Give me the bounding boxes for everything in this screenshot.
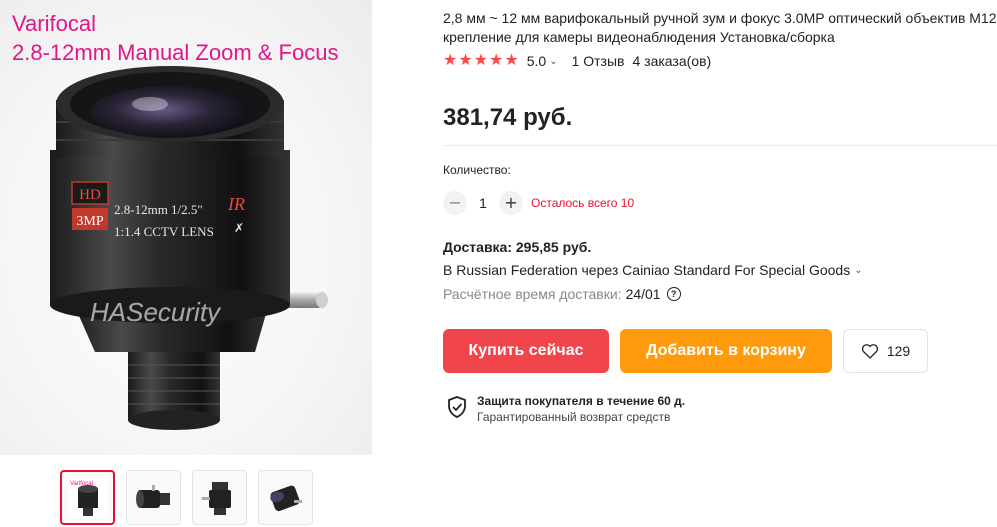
delivery-route-selector[interactable]: В Russian Federation через Cainiao Stand… [443,262,863,278]
rating-row: ★ ★ ★ ★ ★ 5.0 ⌄ 1 Отзыв 4 заказа(ов) [443,52,711,70]
rating-value[interactable]: 5.0 [527,53,546,69]
quantity-decrease-button[interactable]: − [443,191,467,215]
delivery-time-value: 24/01 [625,286,661,302]
thumbnail-strip: Varifocal [60,470,313,525]
delivery-time-label: Расчётное время доставки: [443,286,622,302]
thumbnail-lens-icon [269,485,302,511]
product-price: 381,74 руб. [443,104,573,131]
quantity-value[interactable]: 1 [467,195,499,211]
stock-note: Осталось всего 10 [531,196,635,210]
delivery-cost: Доставка: 295,85 руб. [443,239,592,255]
delivery-route-text: В Russian Federation через Cainiao Stand… [443,262,851,278]
svg-text:2.8-12mm 1/2.5": 2.8-12mm 1/2.5" [114,202,203,217]
chevron-down-icon: ⌄ [854,264,863,276]
star-icon: ★ [443,52,458,69]
thumbnail-1[interactable]: Varifocal [60,470,115,525]
star-icon: ★ [473,52,489,69]
thumbnail-lens-icon: Varifocal [67,477,108,518]
svg-text:✗: ✗ [234,221,244,235]
quantity-label: Количество: [443,163,511,177]
svg-text:IR: IR [227,194,245,214]
star-icon: ★ [489,52,504,69]
wishlist-button[interactable]: 129 [843,329,928,373]
star-icon: ★ [504,52,519,69]
star-icon: ★ [458,52,473,69]
quantity-increase-button[interactable]: + [499,191,523,215]
reviews-link[interactable]: 1 Отзыв [572,53,625,69]
protection-title: Защита покупателя в течение 60 д. [477,394,686,408]
divider [443,145,997,146]
shield-check-icon [448,396,466,418]
add-to-cart-button[interactable]: Добавить в корзину [620,329,832,373]
thumbnail-lens-icon [135,484,170,508]
thumbnail-2[interactable] [126,470,181,525]
rating-stars: ★ ★ ★ ★ ★ [443,53,519,69]
protection-subtitle: Гарантированный возврат средств [477,410,671,424]
image-overlay-subtitle: 2.8-12mm Manual Zoom & Focus [12,40,339,65]
heart-icon [861,344,878,359]
orders-count: 4 заказа(ов) [632,53,712,69]
lens-illustration: HD 3MP 2.8-12mm 1/2.5" 1:1.4 CCTV LENS I… [50,66,328,430]
wishlist-count: 129 [886,343,911,359]
product-main-image[interactable]: HD 3MP 2.8-12mm 1/2.5" 1:1.4 CCTV LENS I… [0,0,372,455]
buyer-protection: Защита покупателя в течение 60 д. Гарант… [447,393,685,425]
buy-now-button[interactable]: Купить сейчас [443,329,609,373]
thumbnail-4[interactable] [258,470,313,525]
delivery-time: Расчётное время доставки: 24/01 ? [443,286,681,302]
chevron-down-icon[interactable]: ⌄ [549,56,557,67]
svg-text:1:1.4 CCTV LENS: 1:1.4 CCTV LENS [114,224,214,239]
image-watermark: HASecurity [90,297,221,327]
image-overlay-title: Varifocal [12,11,96,36]
quantity-stepper: − 1 + Осталось всего 10 [443,191,634,215]
thumbnail-lens-icon [201,481,231,515]
product-title: 2,8 мм ~ 12 мм варифокальный ручной зум … [443,10,997,45]
svg-text:HD: HD [79,187,101,203]
thumbnail-3[interactable] [192,470,247,525]
question-icon[interactable]: ? [666,287,681,301]
svg-text:3MP: 3MP [76,214,103,229]
